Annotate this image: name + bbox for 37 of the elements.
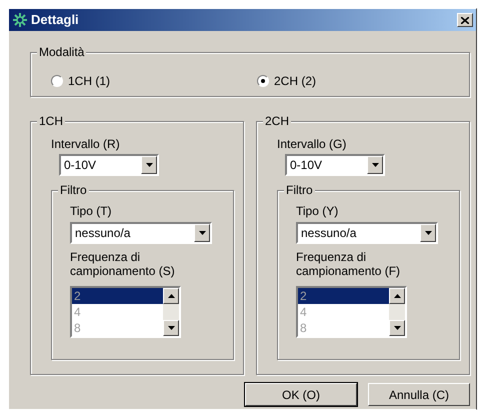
radio-button[interactable] [51,74,63,86]
dropdown-field[interactable]: nessuno/a [70,222,212,244]
scroll-down-icon [168,326,174,330]
field-label: Tipo (T) [70,203,113,219]
scroll-up-icon [394,294,400,298]
scroll-down-icon [394,326,400,330]
radio-button[interactable] [257,74,269,86]
field-label: Intervallo (R) [51,136,121,152]
radio-label: 2CH (2) [274,72,316,90]
list-box[interactable]: 2 4 8 [70,286,181,338]
group-title: 2CH [263,114,292,128]
scroll-up-icon [168,294,174,298]
list-box[interactable]: 2 4 8 [296,286,407,338]
field-label: Intervallo (G) [277,136,348,152]
group-title: 1CH [37,114,66,128]
group-title: Modalità [37,45,86,59]
field-label: Frequenza di campionamento (S) [70,250,176,278]
radio-label: 1CH (1) [68,72,110,90]
group-title: Filtro [58,183,89,197]
dropdown-field[interactable]: nessuno/a [296,222,438,244]
dropdown-arrow-icon [198,231,206,235]
scroll-bar[interactable] [389,288,405,336]
dialog-button[interactable]: Annulla (C) [368,383,470,406]
dropdown-arrow-icon [424,231,432,235]
close-button[interactable] [457,13,473,27]
close-icon [461,16,469,24]
dropdown-arrow-icon [146,163,152,167]
window-title: Dettagli [31,11,80,30]
gear-icon [12,12,28,28]
field-label: Tipo (Y) [296,203,340,219]
group-title: Filtro [284,183,315,197]
dropdown-field[interactable]: 0-10V [285,154,385,176]
scroll-bar[interactable] [163,288,179,336]
field-label: Frequenza di campionamento (F) [296,250,402,278]
dropdown-field[interactable]: 0-10V [59,154,159,176]
dropdown-arrow-icon [372,163,378,167]
dialog-button[interactable]: OK (O) [245,383,357,406]
